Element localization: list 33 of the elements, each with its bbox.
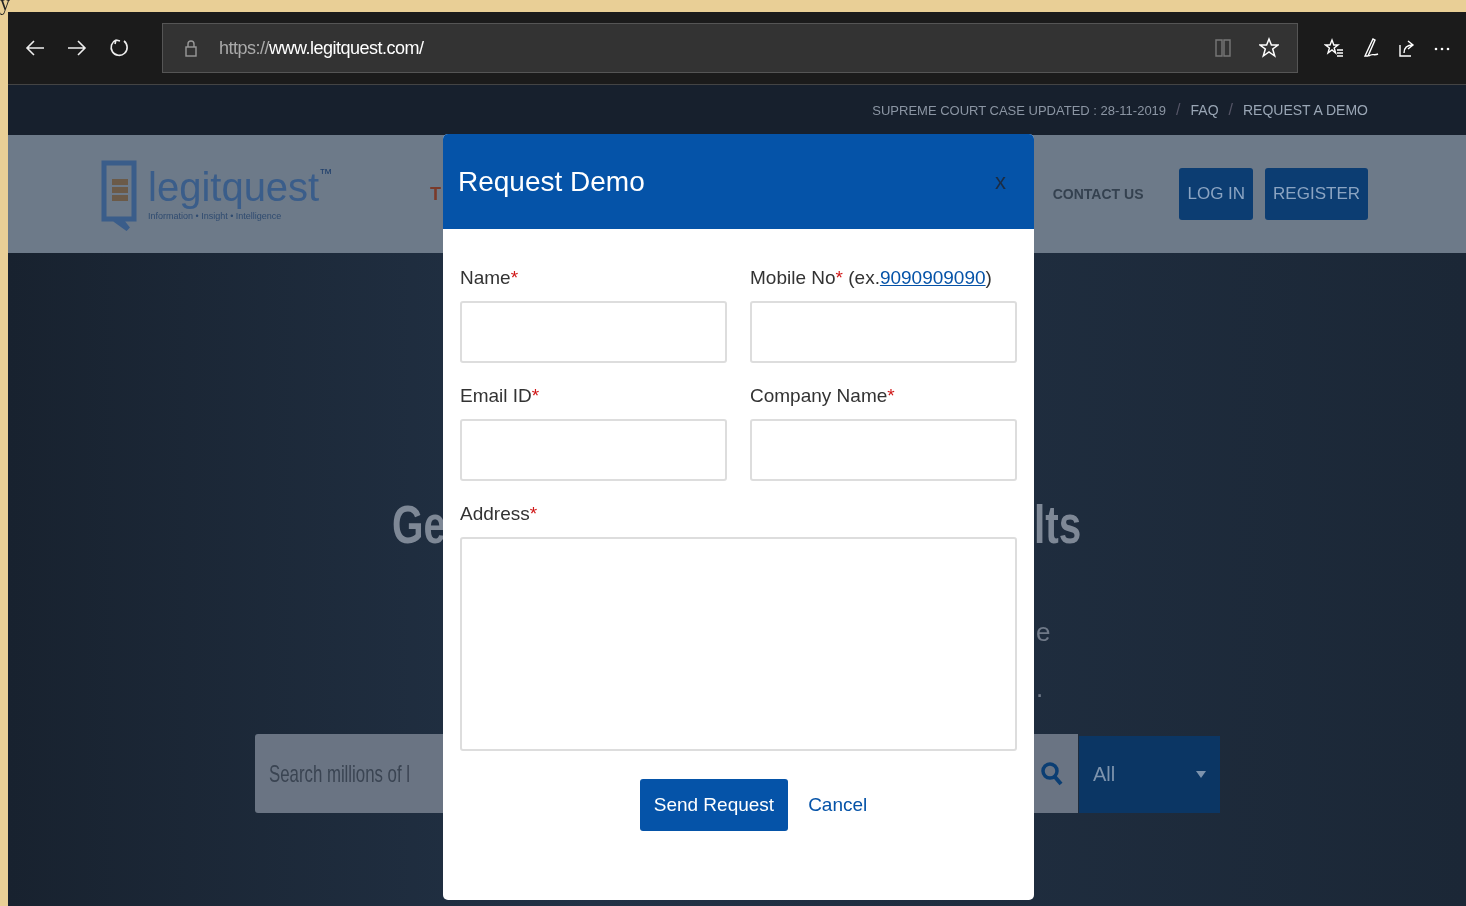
filter-dropdown[interactable]: All (1079, 736, 1220, 813)
star-list-icon[interactable] (1324, 37, 1344, 59)
hero-heading: Ge (392, 493, 447, 555)
input-field[interactable] (460, 419, 727, 481)
input-field[interactable] (750, 301, 1017, 363)
input-field[interactable] (750, 419, 1017, 481)
top-link[interactable]: FAQ (1190, 102, 1219, 118)
field-label: Name* (460, 267, 520, 289)
separator: / (1228, 101, 1233, 119)
hero-heading: lts (1034, 493, 1082, 555)
login-button[interactable]: LOG IN (1179, 168, 1254, 220)
top-link[interactable]: REQUEST A DEMO (1243, 102, 1368, 118)
dialog-title: Request Demo (458, 165, 646, 198)
update-notice: SUPREME COURT CASE UPDATED : 28-11-2019 (872, 102, 1167, 118)
field-label: Email ID* (460, 385, 541, 407)
star-icon[interactable] (1259, 37, 1279, 59)
refresh-icon[interactable] (108, 37, 130, 59)
field-label: Address* (460, 503, 539, 525)
address-bar[interactable]: https://www.legitquest.com/ (162, 23, 1298, 73)
example-link[interactable]: 9090909090 (879, 267, 986, 288)
cancel-link[interactable]: Cancel (808, 794, 868, 816)
send-request-button[interactable]: Send Request (639, 779, 789, 831)
border-letter: y (0, 0, 10, 15)
caret-icon (1196, 771, 1206, 778)
address-field[interactable] (460, 537, 1017, 751)
separator: / (1176, 101, 1181, 119)
input-field[interactable] (460, 301, 727, 363)
hero-subtitle: . (1036, 673, 1044, 704)
field-label: Mobile No* (ex.9090909090) (750, 267, 993, 289)
field-label: Company Name* (750, 385, 896, 407)
url-text: https://www.legitquest.com/ (219, 37, 425, 59)
hero-subtitle: e (1036, 617, 1051, 648)
register-button[interactable]: REGISTER (1265, 168, 1368, 220)
